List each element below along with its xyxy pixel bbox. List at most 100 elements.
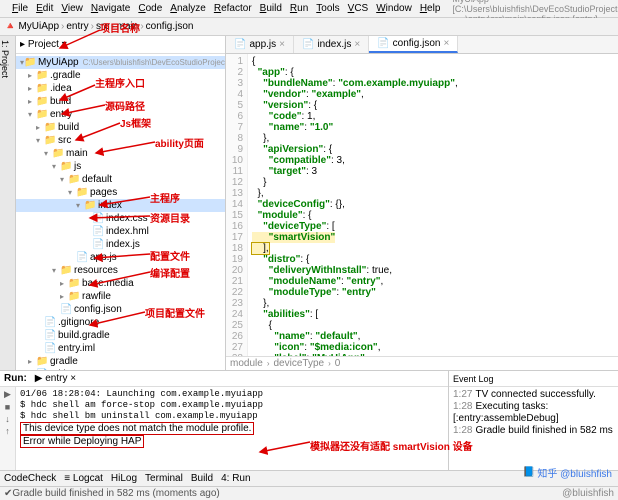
tree-item[interactable]: 📄 index.js [16,238,225,251]
close-icon[interactable]: × [354,39,360,50]
tree-item[interactable]: ▾ 📁 MyUiApp C:\Users\bluishfish\DevEcoSt… [16,56,225,69]
toolstrip-item[interactable]: 4: Run [221,473,250,484]
caret-icon[interactable]: ▾ [52,162,60,171]
menu-tools[interactable]: Tools [312,3,343,14]
menu-code[interactable]: Code [134,3,166,14]
menu-view[interactable]: View [57,3,87,14]
menu-help[interactable]: Help [416,3,445,14]
tab-label: config.json [393,38,441,49]
tree-item[interactable]: 📄 app.js [16,251,225,264]
toolstrip-item[interactable]: Build [191,473,213,484]
tree-item[interactable]: ▾ 📁 entry [16,108,225,121]
menu-build[interactable]: Build [256,3,286,14]
caret-icon[interactable]: ▾ [28,110,36,119]
tree-item[interactable]: ▾ 📁 pages [16,186,225,199]
caret-icon[interactable] [36,344,44,353]
project-dropdown[interactable]: ▸ Project ▾ [20,39,67,50]
tree-item[interactable]: ▸ 📁 gradle [16,355,225,368]
caret-icon[interactable]: ▸ [28,97,36,106]
tree-label: pages [90,187,117,198]
tree-label: .gitignore [58,317,99,328]
code-editor[interactable]: 1234567891011121314151617181920212223242… [226,54,618,356]
menu-file[interactable]: File [8,3,32,14]
code-content[interactable]: { "app": { "bundleName": "com.example.my… [248,54,618,356]
caret-icon[interactable] [52,305,60,314]
caret-icon[interactable]: ▾ [36,136,44,145]
menu-run[interactable]: Run [286,3,312,14]
tree-item[interactable]: ▸ 📁 .gradle [16,69,225,82]
tree-item[interactable]: 📄 build.gradle [16,329,225,342]
event-log-body[interactable]: 1:27TV connected successfully.1:28Execut… [449,387,618,470]
tree-item[interactable]: 📄 .gitignore [16,368,225,370]
tree-item[interactable]: ▾ 📁 main [16,147,225,160]
down-icon[interactable]: ↓ [5,414,10,424]
tree-item[interactable]: ▸ 📁 rawfile [16,290,225,303]
tree-item[interactable]: 📄 config.json [16,303,225,316]
tree-item[interactable]: 📄 entry.iml [16,342,225,355]
breadcrumb-seg[interactable]: src [96,21,109,32]
menu-refactor[interactable]: Refactor [210,3,256,14]
breadcrumb[interactable]: MyUiApp›entry›src›main›config.json [18,21,193,32]
run-log[interactable]: 01/06 18:28:04: Launching com.example.my… [16,387,448,470]
tree-item[interactable]: ▸ 📁 build [16,95,225,108]
tree-item[interactable]: ▾ 📁 resources [16,264,225,277]
caret-icon[interactable]: ▾ [68,188,76,197]
breadcrumb-seg[interactable]: entry [66,21,88,32]
caret-icon[interactable] [84,214,92,223]
tree-label: main [66,148,88,159]
caret-icon[interactable]: ▾ [76,201,84,210]
caret-icon[interactable] [84,227,92,236]
menu-window[interactable]: Window [372,3,416,14]
breadcrumb-seg[interactable]: MyUiApp [18,21,59,32]
caret-icon[interactable]: ▸ [28,71,36,80]
close-icon[interactable]: × [443,38,449,49]
tree-item[interactable]: ▾ 📁 src [16,134,225,147]
caret-icon[interactable]: ▸ [36,123,44,132]
caret-icon[interactable] [36,318,44,327]
run-tab[interactable]: ▶ entry × [35,373,76,384]
toolstrip-item[interactable]: HiLog [111,473,137,484]
toolstrip-item[interactable]: Terminal [145,473,183,484]
project-tree[interactable]: ▾ 📁 MyUiApp C:\Users\bluishfish\DevEcoSt… [16,54,225,370]
menu-navigate[interactable]: Navigate [87,3,134,14]
left-tool-strip[interactable]: 1: Project [0,36,16,370]
menu-edit[interactable]: Edit [32,3,57,14]
toolstrip-item[interactable]: ≡ Logcat [64,473,103,484]
tree-item[interactable]: 📄 index.css [16,212,225,225]
toolstrip-item[interactable]: CodeCheck [4,473,56,484]
breadcrumb-seg[interactable]: main [117,21,139,32]
tree-label: index [98,200,122,211]
caret-icon[interactable]: ▾ [52,266,60,275]
tree-item[interactable]: ▾ 📁 js [16,160,225,173]
bottom-tool-strip[interactable]: CodeCheck ≡ Logcat HiLog Terminal Build 4: Ru… [0,470,618,486]
editor-tab[interactable]: 📄 app.js × [226,36,294,53]
rerun-icon[interactable]: ▶ [4,389,11,400]
editor-breadcrumb[interactable]: module › deviceType › 0 [226,356,618,370]
editor-tab[interactable]: 📄 config.json × [369,36,458,53]
editor-tab[interactable]: 📄 index.js × [294,36,369,53]
tree-item[interactable]: ▸ 📁 base.media [16,277,225,290]
tree-item[interactable]: ▸ 📁 build [16,121,225,134]
tree-item[interactable]: 📄 index.hml [16,225,225,238]
caret-icon[interactable]: ▸ [60,292,68,301]
menu-analyze[interactable]: Analyze [166,3,210,14]
breadcrumb-seg[interactable]: config.json [146,21,194,32]
up-icon[interactable]: ↑ [5,426,10,436]
tree-item[interactable]: ▸ 📁 .idea [16,82,225,95]
caret-icon[interactable] [68,253,76,262]
caret-icon[interactable]: ▸ [28,84,36,93]
menu-vcs[interactable]: VCS [344,3,373,14]
caret-icon[interactable]: ▾ [44,149,52,158]
tree-item[interactable]: ▾ 📁 default [16,173,225,186]
caret-icon[interactable] [36,331,44,340]
stop-icon[interactable]: ■ [5,402,10,412]
tree-item[interactable]: ▾ 📁 index [16,199,225,212]
tree-item[interactable]: 📄 .gitignore [16,316,225,329]
caret-icon[interactable] [84,240,92,249]
caret-icon[interactable]: ▸ [60,279,68,288]
close-icon[interactable]: × [279,39,285,50]
file-icon: 📁 [68,174,80,185]
caret-icon[interactable]: ▾ [60,175,68,184]
run-toolbar[interactable]: ▶ ■ ↓ ↑ [0,387,16,470]
caret-icon[interactable]: ▸ [28,357,36,366]
